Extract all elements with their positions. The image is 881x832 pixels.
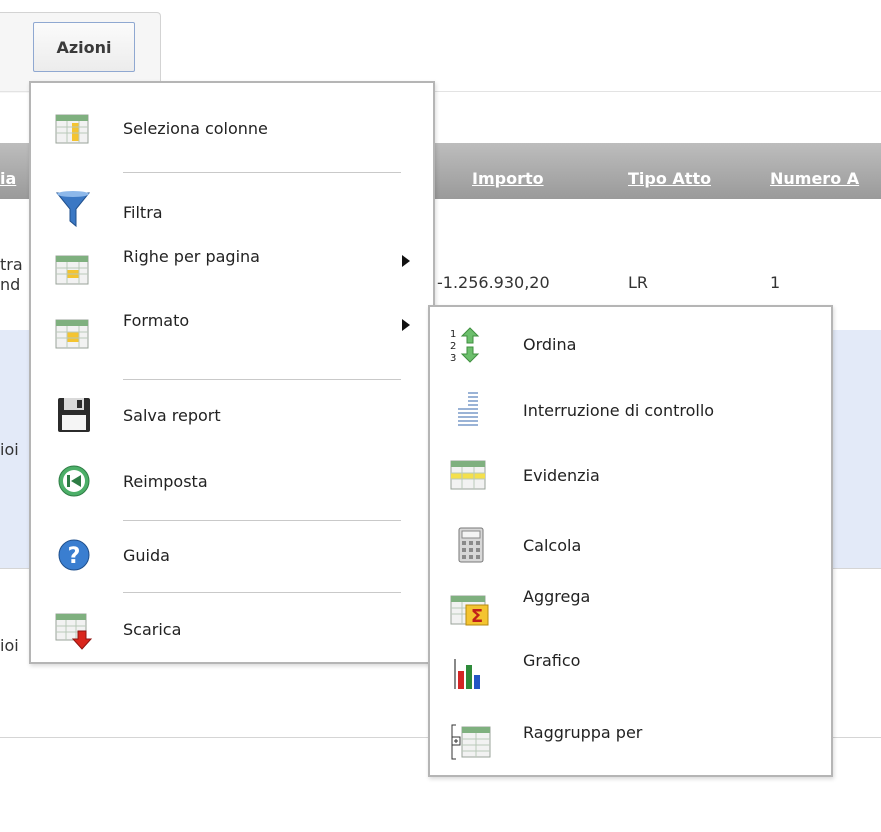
row1-numero: 1 <box>770 273 781 292</box>
help-icon: ? <box>57 538 91 572</box>
submenu-item-grafico[interactable]: Grafico <box>430 651 831 693</box>
menu-item-label: Salva report <box>123 405 221 425</box>
submenu-item-raggruppa-per[interactable]: Raggruppa per <box>430 721 831 761</box>
reset-icon <box>57 464 91 498</box>
submenu-item-label: Ordina <box>523 334 577 354</box>
bar-chart-icon <box>452 655 486 689</box>
control-break-icon <box>452 390 486 426</box>
svg-text:Σ: Σ <box>471 606 483 627</box>
menu-item-filtra[interactable]: Filtra <box>31 189 433 229</box>
menu-separator <box>123 592 401 593</box>
menu-item-salva-report[interactable]: Salva report <box>31 395 433 435</box>
submenu-item-aggrega[interactable]: Σ Aggrega <box>430 587 831 629</box>
menu-item-label: Formato <box>123 311 190 330</box>
svg-text:2: 2 <box>450 341 456 352</box>
actions-menu: Seleziona colonne Filtra Righe per pagin… <box>29 81 435 664</box>
submenu-item-label: Raggruppa per <box>523 723 643 742</box>
row1-left-line2: nd <box>0 275 21 294</box>
highlight-icon <box>450 458 486 492</box>
calculator-icon <box>458 527 492 563</box>
column-header-numero[interactable]: Numero A <box>770 143 881 199</box>
svg-text:3: 3 <box>450 353 456 363</box>
row3-left: ioi <box>0 636 19 655</box>
menu-item-label: Guida <box>123 545 170 565</box>
menu-separator <box>123 172 401 173</box>
rows-table-icon <box>55 253 89 287</box>
menu-item-label: Reimposta <box>123 471 208 491</box>
row2-left: ioi <box>0 440 19 459</box>
menu-item-formato[interactable]: Formato <box>31 311 433 353</box>
svg-text:1: 1 <box>450 329 456 340</box>
row1-importo: -1.256.930,20 <box>437 273 550 292</box>
submenu-item-ordina[interactable]: 1 2 3 Ordina <box>430 324 831 364</box>
floppy-disk-icon <box>57 397 91 432</box>
column-header-partial[interactable]: ia <box>0 143 28 199</box>
submenu-item-label: Aggrega <box>523 587 591 606</box>
submenu-item-label: Grafico <box>523 651 581 670</box>
submenu-item-evidenzia[interactable]: Evidenzia <box>430 455 831 495</box>
download-icon <box>55 611 95 651</box>
menu-item-scarica[interactable]: Scarica <box>31 609 433 651</box>
menu-item-label: Filtra <box>123 203 163 222</box>
row1-tipo-atto: LR <box>628 273 649 292</box>
menu-separator <box>123 379 401 380</box>
sort-icon: 1 2 3 <box>448 327 482 364</box>
menu-item-label: Seleziona colonne <box>123 118 268 138</box>
submenu-item-label: Interruzione di controllo <box>523 400 715 420</box>
svg-text:?: ? <box>68 544 81 569</box>
menu-item-label: Scarica <box>123 619 182 639</box>
menu-item-righe-per-pagina[interactable]: Righe per pagina <box>31 247 433 289</box>
funnel-icon <box>55 189 91 229</box>
submenu-arrow-icon <box>402 319 410 331</box>
column-header-importo[interactable]: Importo <box>472 143 544 199</box>
menu-separator <box>123 520 401 521</box>
submenu-arrow-icon <box>402 255 410 267</box>
menu-item-guida[interactable]: ? Guida <box>31 535 433 575</box>
menu-item-reimposta[interactable]: Reimposta <box>31 461 433 501</box>
format-table-icon <box>55 317 89 351</box>
format-submenu: 1 2 3 Ordina Interruzione di controllo E… <box>428 305 833 777</box>
menu-item-seleziona-colonne[interactable]: Seleziona colonne <box>31 108 433 148</box>
menu-item-label: Righe per pagina <box>123 247 260 266</box>
group-by-icon <box>450 723 492 761</box>
column-header-tipo-atto[interactable]: Tipo Atto <box>628 143 711 199</box>
submenu-item-label: Evidenzia <box>523 465 600 485</box>
columns-icon <box>55 112 89 146</box>
submenu-item-calcola[interactable]: Calcola <box>430 525 831 565</box>
actions-button[interactable]: Azioni <box>33 22 135 72</box>
submenu-item-interruzione-di-controllo[interactable]: Interruzione di controllo <box>430 390 831 430</box>
row1-left-line1: tra <box>0 255 23 274</box>
aggregate-sigma-icon: Σ <box>450 593 490 627</box>
submenu-item-label: Calcola <box>523 535 582 555</box>
